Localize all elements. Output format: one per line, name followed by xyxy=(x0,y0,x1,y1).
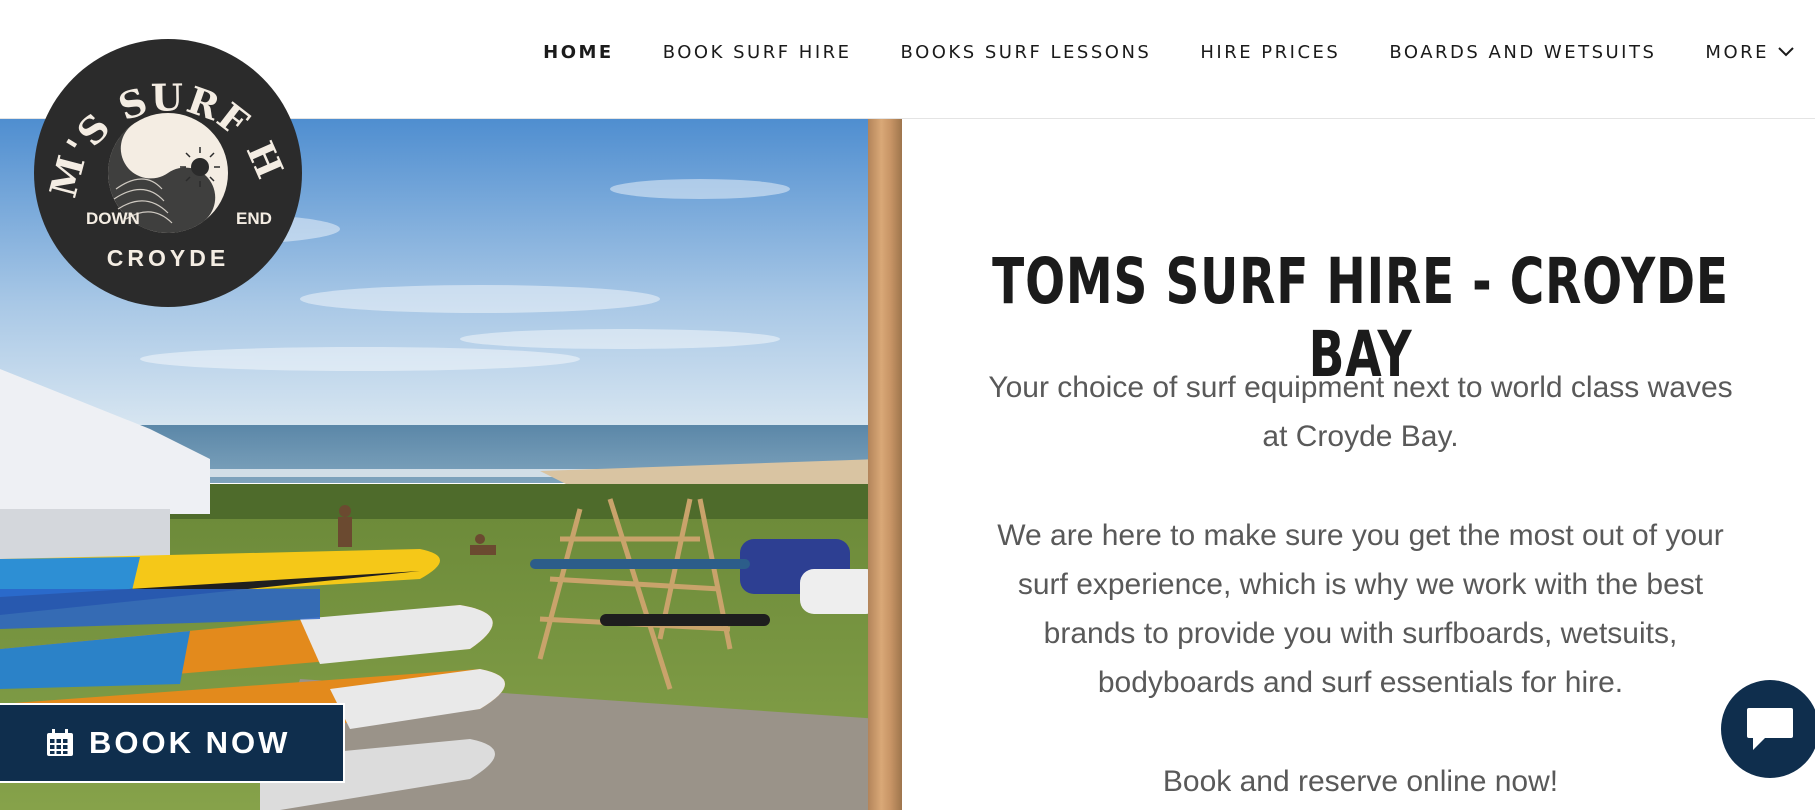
intro-text: Your choice of surf equipment next to wo… xyxy=(988,371,1733,453)
chat-button[interactable] xyxy=(1721,680,1815,778)
calendar-icon xyxy=(47,729,73,756)
logo-bottom-text: CROYDE xyxy=(107,245,229,271)
chevron-down-icon xyxy=(1778,47,1794,57)
nav-boards-and-wetsuits[interactable]: BOARDS AND WETSUITS xyxy=(1389,42,1656,63)
description-text: We are here to make sure you get the mos… xyxy=(997,519,1724,699)
nav-more-label: MORE xyxy=(1705,41,1769,63)
chat-bubble-icon xyxy=(1747,708,1793,750)
book-now-label: BOOK NOW xyxy=(89,725,291,760)
hero-content: TOMS SURF HIRE - CROYDE BAY Your choice … xyxy=(906,119,1815,810)
logo-left-text: DOWN xyxy=(86,209,140,228)
logo-graphic: TOM'S SURF HIRE DOWN END CROYDE xyxy=(17,4,302,307)
nav-books-surf-lessons[interactable]: BOOKS SURF LESSONS xyxy=(901,42,1152,63)
main-nav: HOME BOOK SURF HIRE BOOKS SURF LESSONS H… xyxy=(494,38,1795,66)
nav-home[interactable]: HOME xyxy=(543,42,614,63)
book-now-button[interactable]: BOOK NOW xyxy=(0,703,345,783)
nav-book-surf-hire[interactable]: BOOK SURF HIRE xyxy=(663,42,852,63)
site-logo[interactable]: TOM'S SURF HIRE DOWN END CROYDE xyxy=(17,4,302,307)
sun-icon xyxy=(180,147,220,187)
logo-right-text: END xyxy=(236,209,272,228)
nav-hire-prices[interactable]: HIRE PRICES xyxy=(1200,42,1340,63)
cta-text: Book and reserve online now! xyxy=(1162,765,1559,798)
nav-more[interactable]: MORE xyxy=(1705,42,1795,63)
wooden-post xyxy=(868,119,906,810)
